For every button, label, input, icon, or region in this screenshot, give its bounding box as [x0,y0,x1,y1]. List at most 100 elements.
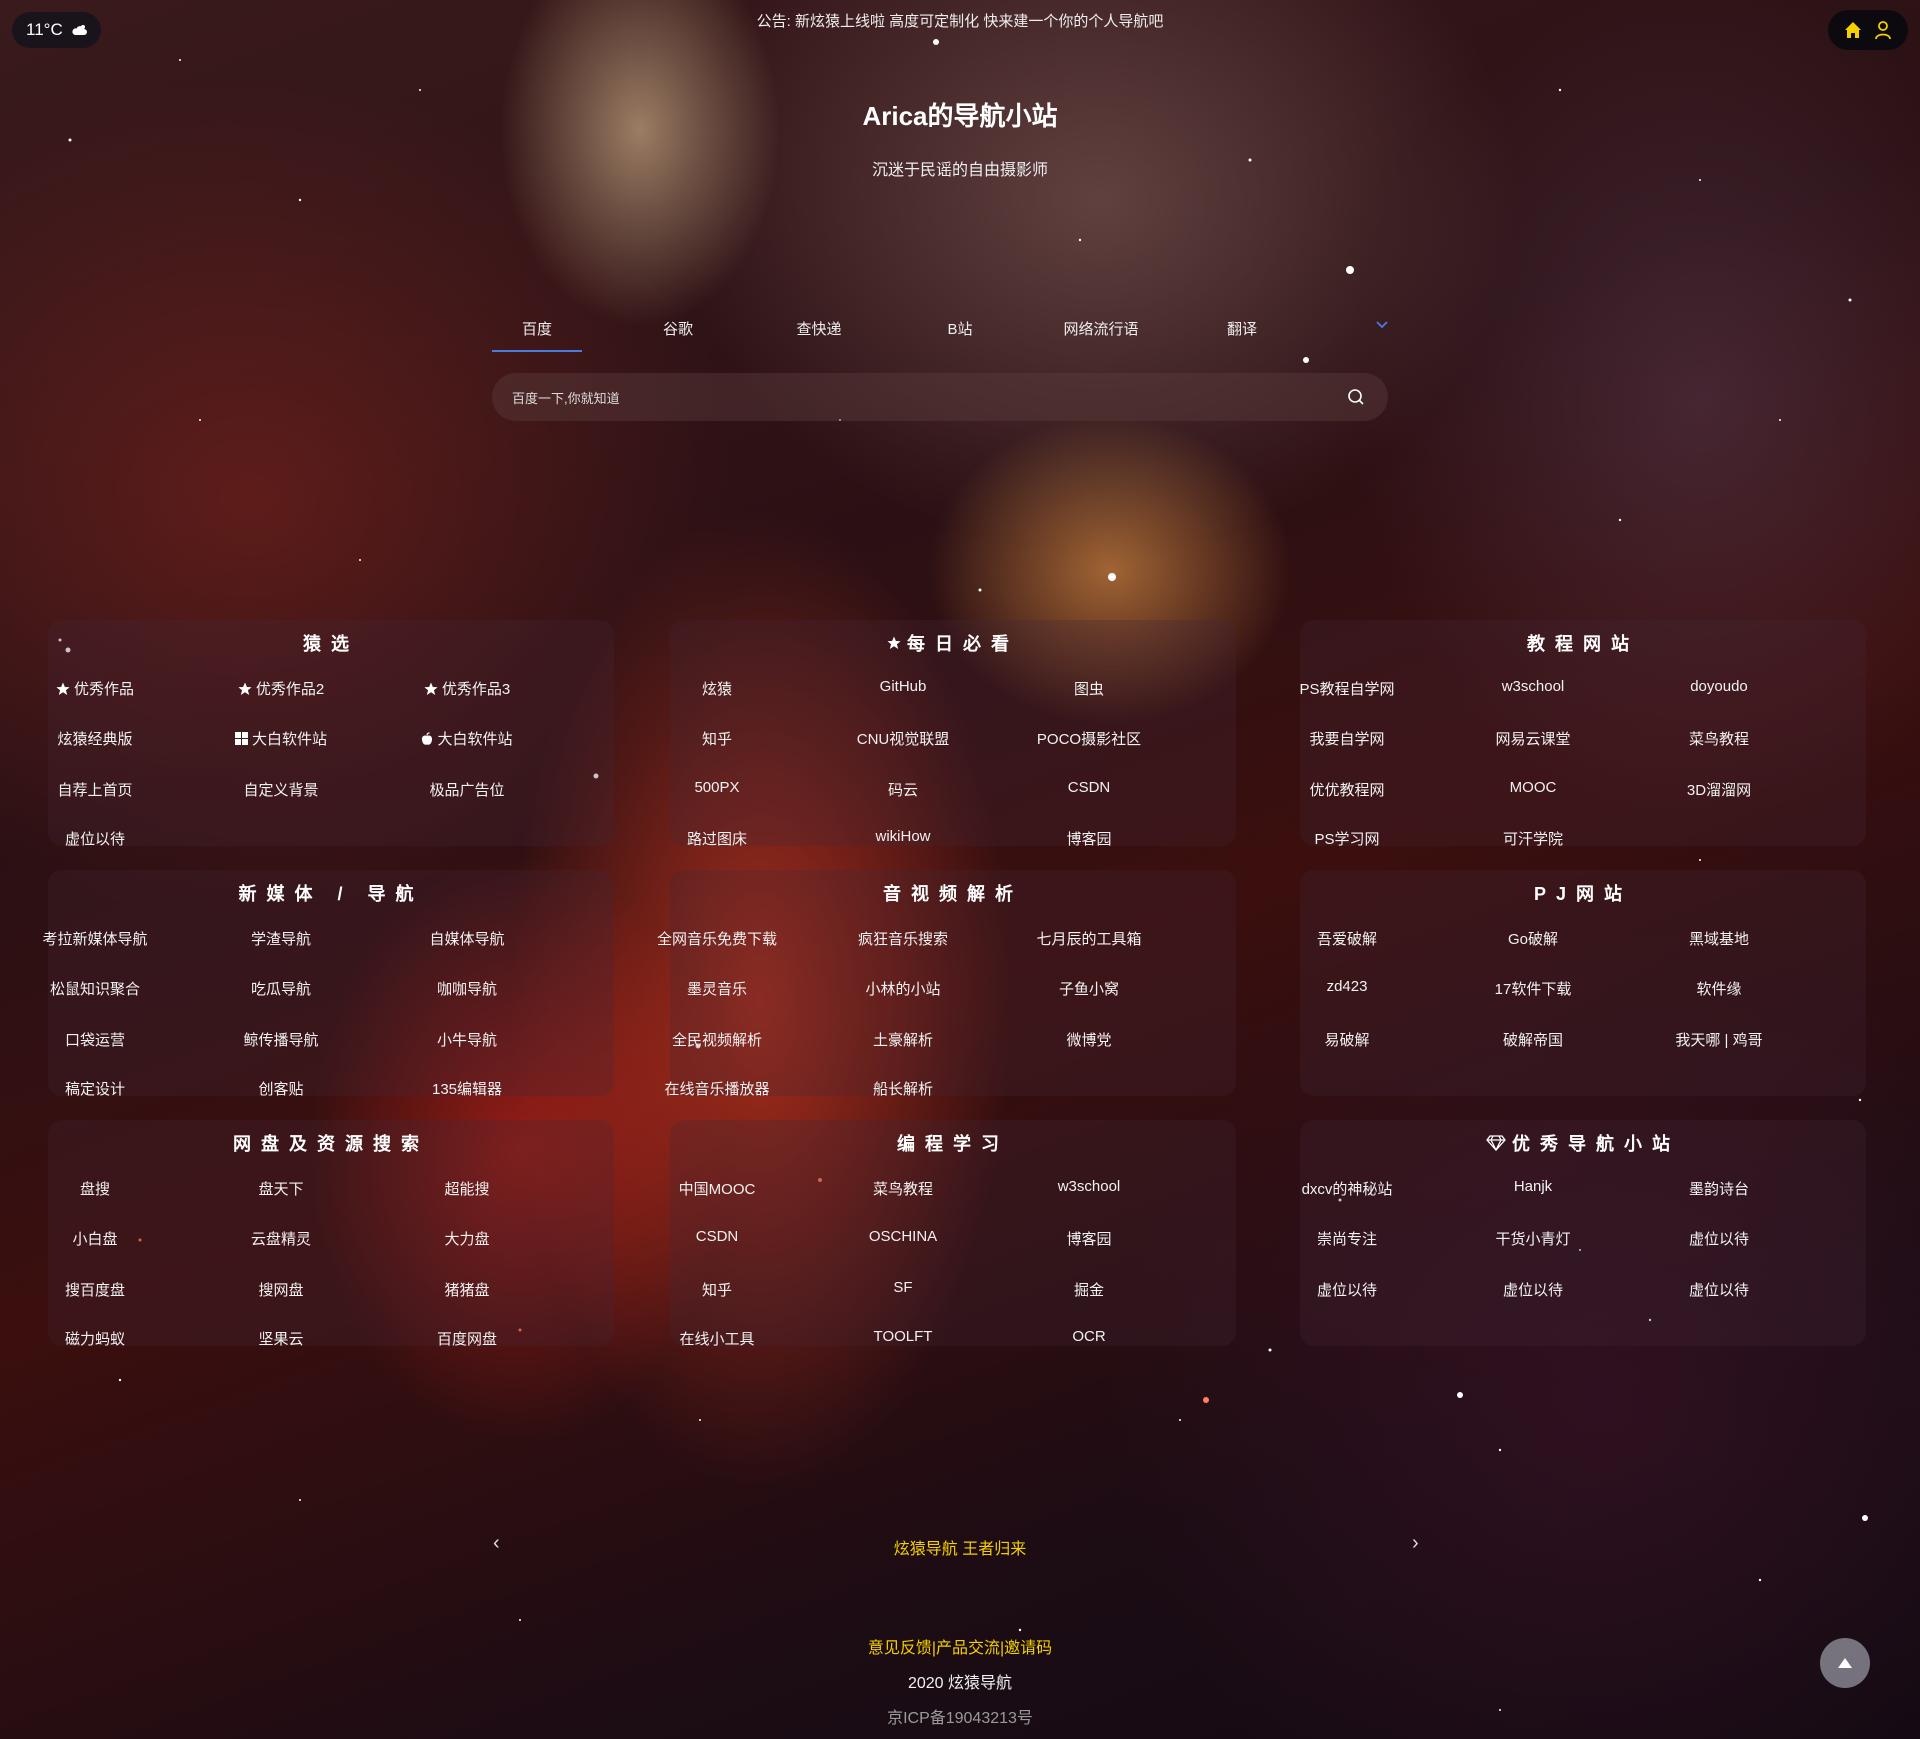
nav-link[interactable]: 优秀作品3 [374,678,560,699]
nav-link[interactable]: dxcv的神秘站 [1254,1178,1440,1199]
nav-link[interactable]: 虚位以待 [1254,1279,1440,1300]
nav-link[interactable]: 崇尚专注 [1254,1228,1440,1249]
nav-link[interactable]: 码云 [810,779,996,800]
nav-link[interactable]: Hanjk [1440,1178,1626,1195]
nav-link[interactable]: 优秀作品2 [188,678,374,699]
nav-link[interactable]: 自定义背景 [188,779,374,800]
nav-link[interactable]: 我要自学网 [1254,728,1440,749]
nav-link[interactable]: w3school [1440,678,1626,695]
nav-link[interactable]: 博客园 [996,1228,1182,1249]
nav-link[interactable]: 子鱼小窝 [996,978,1182,999]
nav-link[interactable]: 墨灵音乐 [624,978,810,999]
nav-link[interactable]: 路过图床 [624,828,810,849]
nav-link[interactable]: SF [810,1279,996,1296]
nav-link[interactable]: GitHub [810,678,996,695]
search-icon[interactable] [1346,387,1366,407]
product-exchange-link[interactable]: 产品交流 [936,1640,1000,1657]
nav-link[interactable]: 极品广告位 [374,779,560,800]
nav-link[interactable]: 我天哪 | 鸡哥 [1626,1029,1812,1050]
nav-link[interactable]: 虚位以待 [1440,1279,1626,1300]
nav-link[interactable]: CNU视觉联盟 [810,728,996,749]
nav-link[interactable]: 超能搜 [374,1178,560,1199]
nav-link[interactable]: 盘天下 [188,1178,374,1199]
carousel-next-button[interactable]: › [1412,1532,1419,1555]
nav-link[interactable]: 鲸传播导航 [188,1029,374,1050]
nav-link[interactable]: 在线音乐播放器 [624,1078,810,1099]
nav-link[interactable]: 黑域基地 [1626,928,1812,949]
nav-link[interactable]: 百度网盘 [374,1328,560,1349]
tab-bilibili[interactable]: B站 [913,318,1007,339]
nav-link[interactable]: 优优教程网 [1254,779,1440,800]
nav-link[interactable]: 土豪解析 [810,1029,996,1050]
nav-link[interactable]: MOOC [1440,779,1626,796]
nav-link[interactable]: wikiHow [810,828,996,845]
nav-link[interactable]: Go破解 [1440,928,1626,949]
nav-link[interactable]: 炫猿 [624,678,810,699]
nav-link[interactable]: 搜百度盘 [2,1279,188,1300]
nav-link[interactable]: PS教程自学网 [1254,678,1440,699]
nav-link[interactable]: 学渣导航 [188,928,374,949]
nav-link[interactable]: 易破解 [1254,1029,1440,1050]
nav-link[interactable]: 可汗学院 [1440,828,1626,849]
nav-link[interactable]: PS学习网 [1254,828,1440,849]
nav-link[interactable]: 全民视频解析 [624,1029,810,1050]
tab-express[interactable]: 查快递 [772,318,866,339]
tab-translate[interactable]: 翻译 [1195,318,1289,339]
nav-link[interactable]: 博客园 [996,828,1182,849]
nav-link[interactable]: 知乎 [624,728,810,749]
nav-link[interactable]: 破解帝国 [1440,1029,1626,1050]
nav-link[interactable]: 自媒体导航 [374,928,560,949]
nav-link[interactable]: 自荐上首页 [2,779,188,800]
nav-link[interactable]: w3school [996,1178,1182,1195]
nav-link[interactable]: 云盘精灵 [188,1228,374,1249]
nav-link[interactable]: 17软件下载 [1440,978,1626,999]
nav-link[interactable]: 口袋运营 [2,1029,188,1050]
nav-link[interactable]: 盘搜 [2,1178,188,1199]
nav-link[interactable]: 稿定设计 [2,1078,188,1099]
nav-link[interactable]: 微博党 [996,1029,1182,1050]
chevron-down-icon[interactable] [1375,318,1389,332]
nav-link[interactable]: 小林的小站 [810,978,996,999]
nav-link[interactable]: 3D溜溜网 [1626,779,1812,800]
nav-link[interactable]: 炫猿经典版 [2,728,188,749]
nav-link[interactable]: 中国MOOC [624,1178,810,1199]
nav-link[interactable]: 菜鸟教程 [1626,728,1812,749]
nav-link[interactable]: OSCHINA [810,1228,996,1245]
nav-link[interactable]: 咖咖导航 [374,978,560,999]
nav-link[interactable]: 创客贴 [188,1078,374,1099]
nav-link[interactable]: zd423 [1254,978,1440,995]
nav-link[interactable]: 图虫 [996,678,1182,699]
nav-link[interactable]: 虚位以待 [1626,1228,1812,1249]
nav-link[interactable]: 考拉新媒体导航 [2,928,188,949]
nav-link[interactable]: 磁力蚂蚁 [2,1328,188,1349]
nav-link[interactable]: 松鼠知识聚合 [2,978,188,999]
carousel-text[interactable]: 炫猿导航 王者归来 [0,1535,1920,1559]
nav-link[interactable]: 500PX [624,779,810,796]
nav-link[interactable]: TOOLFT [810,1328,996,1345]
nav-link[interactable]: 全网音乐免费下载 [624,928,810,949]
invite-code-link[interactable]: 邀请码 [1004,1640,1052,1657]
nav-link[interactable]: 猪猪盘 [374,1279,560,1300]
search-input[interactable] [510,373,1314,423]
nav-link[interactable]: 小牛导航 [374,1029,560,1050]
nav-link[interactable]: 虚位以待 [1626,1279,1812,1300]
nav-link[interactable]: 大白软件站 [188,728,374,749]
nav-link[interactable]: 掘金 [996,1279,1182,1300]
nav-link[interactable]: 软件缘 [1626,978,1812,999]
nav-link[interactable]: POCO摄影社区 [996,728,1182,749]
nav-link[interactable]: 135编辑器 [374,1078,560,1099]
nav-link[interactable]: 疯狂音乐搜索 [810,928,996,949]
nav-link[interactable]: 坚果云 [188,1328,374,1349]
nav-link[interactable]: 知乎 [624,1279,810,1300]
nav-link[interactable]: 干货小青灯 [1440,1228,1626,1249]
nav-link[interactable]: 网易云课堂 [1440,728,1626,749]
tab-baidu[interactable]: 百度 [490,318,584,339]
nav-link[interactable]: 船长解析 [810,1078,996,1099]
nav-link[interactable]: 搜网盘 [188,1279,374,1300]
nav-link[interactable]: 菜鸟教程 [810,1178,996,1199]
nav-link[interactable]: 优秀作品 [2,678,188,699]
nav-link[interactable]: CSDN [624,1228,810,1245]
nav-link[interactable]: 吃瓜导航 [188,978,374,999]
nav-link[interactable]: doyoudo [1626,678,1812,695]
nav-link[interactable]: 小白盘 [2,1228,188,1249]
